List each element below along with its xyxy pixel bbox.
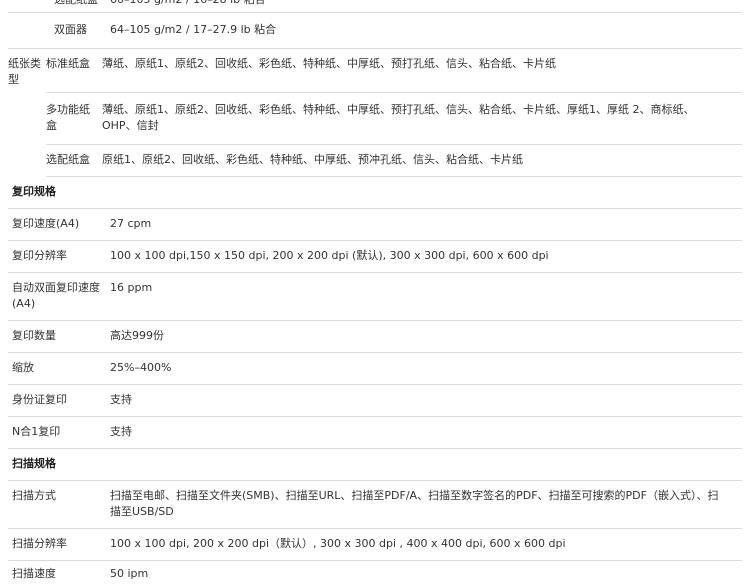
spec-label: 扫描速度 [12, 567, 56, 580]
spec-label: N合1复印 [12, 425, 61, 438]
section-header: 扫描规格 [8, 448, 742, 481]
spec-value: 16 ppm [110, 281, 153, 294]
spec-row: 选配纸盒 原纸1、原纸2、回收纸、彩色纸、特种纸、中厚纸、预冲孔纸、信头、粘合纸… [46, 144, 742, 177]
spec-row: 复印速度(A4) 27 cpm [8, 208, 742, 241]
spec-row: 缩放 25%–400% [8, 352, 742, 385]
spec-value: 25%–400% [110, 361, 172, 374]
spec-sublabel: 选配纸盒 [54, 0, 98, 8]
spec-row: 身份证复印 支持 [8, 384, 742, 417]
spec-value: 支持 [110, 393, 132, 406]
spec-label: 扫描分辨率 [12, 537, 67, 550]
spec-value: 64–105 g/m2 / 17–27.9 lb 粘合 [110, 23, 277, 36]
spec-sublabel: 多功能纸盒 [46, 103, 90, 132]
spec-value: 高达999份 [110, 329, 164, 342]
spec-row: N合1复印 支持 [8, 416, 742, 449]
section-title: 复印规格 [12, 185, 56, 198]
spec-label: 自动双面复印速度(A4) [12, 281, 100, 310]
spec-sublabel: 标准纸盒 [46, 57, 90, 70]
spec-value: 扫描至电邮、扫描至文件夹(SMB)、扫描至URL、扫描至PDF/A、扫描至数字签… [110, 489, 719, 518]
spec-row: 双面器 64–105 g/m2 / 17–27.9 lb 粘合 [8, 12, 742, 49]
spec-sublabel: 选配纸盒 [46, 153, 90, 166]
spec-label: 纸张类型 [8, 57, 41, 86]
spec-label: 复印速度(A4) [12, 217, 80, 230]
spec-row: 标准纸盒 薄纸、原纸1、原纸2、回收纸、彩色纸、特种纸、中厚纸、预打孔纸、信头、… [46, 48, 742, 93]
spec-sublabel: 双面器 [54, 23, 87, 36]
spec-value: 100 x 100 dpi, 200 x 200 dpi（默认）, 300 x … [110, 537, 566, 550]
spec-row: 多功能纸盒 薄纸、原纸1、原纸2、回收纸、彩色纸、特种纸、中厚纸、预打孔纸、信头… [46, 92, 742, 145]
spec-row: 扫描速度 50 ipm [8, 560, 742, 586]
spec-row: 自动双面复印速度(A4) 16 ppm [8, 272, 742, 321]
spec-label: 缩放 [12, 361, 34, 374]
spec-value: 60–105 g/m2 / 16–28 lb 粘合 [110, 0, 266, 8]
spec-row: 复印数量 高达999份 [8, 320, 742, 353]
spec-row: 扫描分辨率 100 x 100 dpi, 200 x 200 dpi（默认）, … [8, 528, 742, 561]
spec-label: 扫描方式 [12, 489, 56, 502]
spec-row: 复印分辨率 100 x 100 dpi,150 x 150 dpi, 200 x… [8, 240, 742, 273]
spec-label: 复印数量 [12, 329, 56, 342]
spec-value: 原纸1、原纸2、回收纸、彩色纸、特种纸、中厚纸、预冲孔纸、信头、粘合纸、卡片纸 [102, 153, 523, 166]
spec-row: 扫描方式 扫描至电邮、扫描至文件夹(SMB)、扫描至URL、扫描至PDF/A、扫… [8, 480, 742, 529]
spec-value: 薄纸、原纸1、原纸2、回收纸、彩色纸、特种纸、中厚纸、预打孔纸、信头、粘合纸、卡… [102, 103, 695, 132]
spec-value: 薄纸、原纸1、原纸2、回收纸、彩色纸、特种纸、中厚纸、预打孔纸、信头、粘合纸、卡… [102, 57, 556, 70]
spec-label: 复印分辨率 [12, 249, 67, 262]
spec-value: 27 cpm [110, 217, 152, 230]
section-header: 复印规格 [8, 176, 742, 209]
spec-value: 支持 [110, 425, 132, 438]
section-title: 扫描规格 [12, 457, 56, 470]
spec-label: 身份证复印 [12, 393, 67, 406]
spec-value: 50 ipm [110, 567, 149, 580]
spec-value: 100 x 100 dpi,150 x 150 dpi, 200 x 200 d… [110, 249, 549, 262]
